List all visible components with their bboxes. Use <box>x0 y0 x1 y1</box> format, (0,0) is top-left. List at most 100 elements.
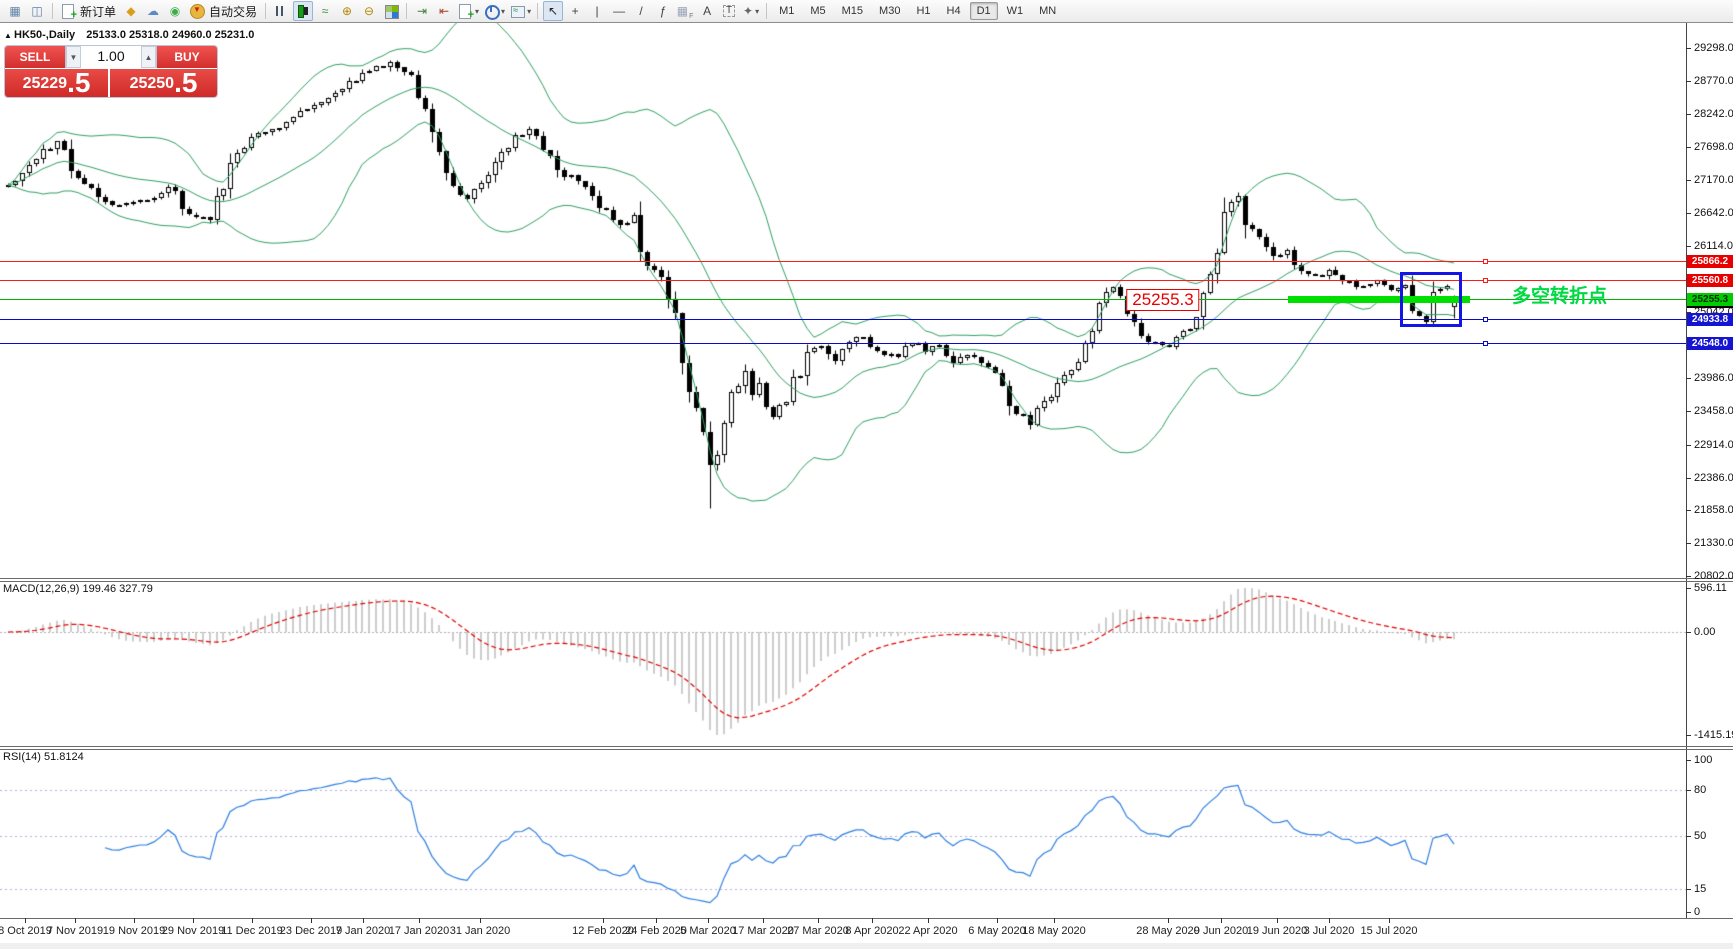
signals-icon-glyph: ◉ <box>169 4 181 18</box>
arrows-tool[interactable]: ✦ ▾ <box>741 1 761 21</box>
date-tick <box>763 918 764 923</box>
date-label: 22 Apr 2020 <box>898 925 958 937</box>
one-click-collapse-icon[interactable]: ▲ <box>4 31 12 40</box>
zoom-out-icon[interactable]: ⊖ <box>359 1 379 21</box>
new-order-button[interactable] <box>58 1 78 21</box>
hline-tool[interactable]: ― <box>609 1 629 21</box>
price-tick-dash <box>1686 81 1691 82</box>
templates-button[interactable]: ▾ <box>508 1 532 21</box>
trendline-tool-glyph: / <box>639 4 643 18</box>
volume-input[interactable]: 1.00 <box>81 46 141 68</box>
sell-price-display[interactable]: 25229.5 <box>5 69 110 97</box>
metaeditor-icon[interactable]: ◆ <box>121 1 141 21</box>
timeframe-button-m5[interactable]: M5 <box>803 2 832 20</box>
date-label: 8 Oct 2019 <box>0 925 52 937</box>
community-icon-glyph: ☁ <box>147 4 160 18</box>
date-label: 28 May 2020 <box>1136 925 1200 937</box>
price-level-handle[interactable] <box>1483 278 1488 283</box>
price-level-line-24548.0[interactable] <box>0 343 1686 344</box>
volume-increase-button[interactable]: ▲ <box>141 46 156 68</box>
tile-windows-icon[interactable] <box>381 1 401 21</box>
bar-chart-icon[interactable] <box>271 1 291 21</box>
community-icon[interactable]: ☁ <box>143 1 163 21</box>
candle-chart-icon <box>295 3 311 19</box>
price-level-badge-25255.3: 25255.3 <box>1687 293 1733 306</box>
fibo-tool[interactable]: ƒ <box>653 1 673 21</box>
mt4-window: { "toolbar": { "groups": [ [ {"name":"ma… <box>0 0 1733 949</box>
timeframe-button-d1[interactable]: D1 <box>969 2 998 20</box>
timeframe-button-mn[interactable]: MN <box>1032 2 1063 20</box>
panel-separator[interactable] <box>0 746 1733 747</box>
buy-button[interactable]: BUY <box>157 46 217 68</box>
timeframe-button-m30[interactable]: M30 <box>872 2 907 20</box>
price-tick-dash <box>1686 180 1691 181</box>
data-window-icon[interactable]: ◫ <box>27 1 47 21</box>
signals-icon[interactable]: ◉ <box>165 1 185 21</box>
arrows-tool-caret[interactable]: ▾ <box>755 7 759 16</box>
periods-button[interactable]: ▾ <box>482 1 506 21</box>
date-tick <box>997 918 998 923</box>
timeframe-button-m1[interactable]: M1 <box>772 2 801 20</box>
sell-price-main: 25229 <box>22 75 68 92</box>
timeframe-button-h4[interactable]: H4 <box>940 2 968 20</box>
toolbar-separator <box>766 3 768 19</box>
fibo-grid-tool-glyph: ▦ <box>676 4 689 18</box>
templates-button-caret[interactable]: ▾ <box>527 7 531 16</box>
market-watch-icon[interactable]: ▦ <box>5 1 25 21</box>
chart-shift-icon[interactable]: ⇤ <box>434 1 454 21</box>
price-tick-dash <box>1686 510 1691 511</box>
sell-button[interactable]: SELL <box>5 46 65 68</box>
timeframe-button-h1[interactable]: H1 <box>909 2 937 20</box>
zoom-in-icon[interactable]: ⊕ <box>337 1 357 21</box>
rsi-tick-dash <box>1686 912 1691 913</box>
date-label: 19 Jun 2020 <box>1246 925 1308 937</box>
price-tick-dash <box>1686 478 1691 479</box>
price-level-handle[interactable] <box>1483 317 1488 322</box>
date-tick <box>193 918 194 923</box>
price-tick-dash <box>1686 147 1691 148</box>
timeframe-button-m15[interactable]: M15 <box>835 2 870 20</box>
price-tick-dash <box>1686 48 1691 49</box>
price-tick-label: 20802.0 <box>1694 570 1733 582</box>
highlight-rectangle[interactable] <box>1400 272 1462 327</box>
rsi-tick-label: 100 <box>1694 754 1713 766</box>
indicators-button-caret[interactable]: ▾ <box>475 7 479 16</box>
indicators-button[interactable]: ▾ <box>456 1 480 21</box>
trendline-tool[interactable]: / <box>631 1 651 21</box>
panel-separator[interactable] <box>0 578 1733 579</box>
ohlc-values: 25133.0 25318.0 24960.0 25231.0 <box>86 29 255 41</box>
rsi-tick-label: 15 <box>1694 883 1707 895</box>
price-tick-dash <box>1686 445 1691 446</box>
cursor-tool-glyph: ↖ <box>548 4 559 18</box>
chart-title: HK50-,Daily 25133.0 25318.0 24960.0 2523… <box>14 29 254 41</box>
autotrading-button[interactable] <box>187 1 207 21</box>
crosshair-tool[interactable]: + <box>565 1 585 21</box>
periods-button-caret[interactable]: ▾ <box>501 7 505 16</box>
pivot-note-text[interactable]: 多空转折点 <box>1512 281 1607 308</box>
line-chart-icon[interactable]: ≈ <box>315 1 335 21</box>
cursor-tool[interactable]: ↖ <box>543 1 564 21</box>
date-label: 7 Jan 2020 <box>335 925 391 937</box>
autotrading-button-label: 自动交易 <box>209 4 258 19</box>
date-label: 29 Nov 2019 <box>161 925 225 937</box>
volume-decrease-button[interactable]: ▼ <box>66 46 81 68</box>
date-label: 31 Jan 2020 <box>449 925 511 937</box>
candle-chart-icon[interactable] <box>293 1 314 21</box>
auto-scroll-icon[interactable]: ⇥ <box>412 1 432 21</box>
buy-price-display[interactable]: 25250.5 <box>110 69 217 97</box>
text-tool[interactable]: A <box>697 1 717 21</box>
vline-tool[interactable]: | <box>587 1 607 21</box>
label-tool[interactable]: T <box>719 1 739 21</box>
price-level-handle[interactable] <box>1483 259 1488 264</box>
date-tick <box>603 918 604 923</box>
timeframe-button-w1[interactable]: W1 <box>1000 2 1031 20</box>
date-tick <box>25 918 26 923</box>
date-tick <box>1277 918 1278 923</box>
fibo-grid-tool[interactable]: ▦ F <box>675 1 695 21</box>
price-level-handle[interactable] <box>1483 341 1488 346</box>
date-label: 11 Dec 2019 <box>221 925 283 937</box>
chart-plot-canvas[interactable] <box>0 0 1686 949</box>
auto-scroll-icon-glyph: ⇥ <box>417 4 428 18</box>
price-level-line-25866.2[interactable] <box>0 261 1686 262</box>
pivot-price-label[interactable]: 25255.3 <box>1126 289 1200 311</box>
